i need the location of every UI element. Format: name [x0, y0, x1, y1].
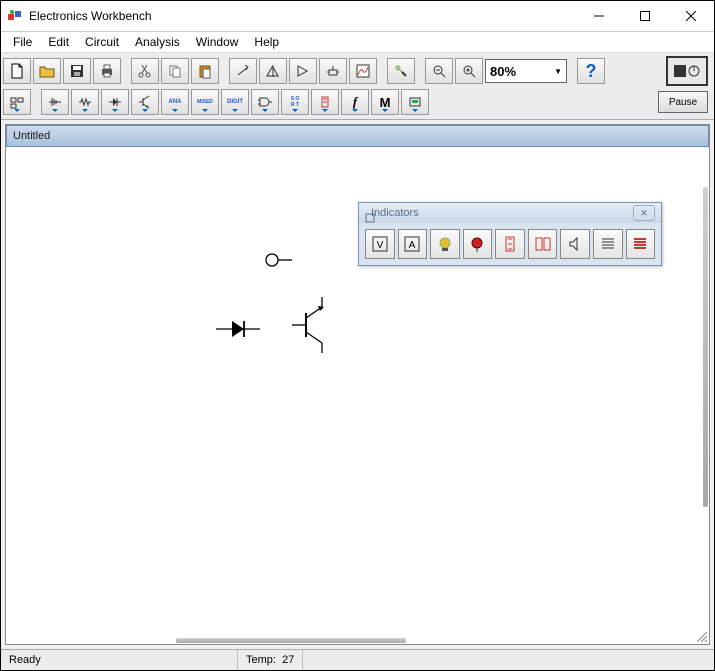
- subcircuit-button[interactable]: [319, 58, 347, 84]
- menu-file[interactable]: File: [5, 33, 40, 51]
- save-button[interactable]: [63, 58, 91, 84]
- zoom-out-button[interactable]: [425, 58, 453, 84]
- instruments-bin[interactable]: [401, 89, 429, 115]
- close-button[interactable]: [668, 1, 714, 31]
- copy-button[interactable]: [161, 58, 189, 84]
- minimize-button[interactable]: [576, 1, 622, 31]
- analog-ics-bin[interactable]: ANA: [161, 89, 189, 115]
- statusbar: Ready Temp: 27: [1, 649, 714, 670]
- seven-seg-button[interactable]: [495, 229, 525, 259]
- digital-ics-bin[interactable]: DIGIT: [221, 89, 249, 115]
- indicators-bin[interactable]: [311, 89, 339, 115]
- graph-button[interactable]: [349, 58, 377, 84]
- rotate-button[interactable]: [229, 58, 257, 84]
- print-button[interactable]: [93, 58, 121, 84]
- menu-edit[interactable]: Edit: [40, 33, 77, 51]
- basic-bin[interactable]: [71, 89, 99, 115]
- probe-red-button[interactable]: [463, 229, 493, 259]
- component-transistor[interactable]: [292, 297, 334, 353]
- svg-text:A: A: [409, 240, 416, 251]
- digital-bin[interactable]: S O R T: [281, 89, 309, 115]
- voltmeter-button[interactable]: V: [365, 229, 395, 259]
- toolbars: 80% ? ANA MIXED DIGIT S O R T f M Pause: [1, 53, 714, 120]
- app-title: Electronics Workbench: [29, 9, 576, 23]
- status-ready: Ready: [1, 650, 238, 670]
- logic-gates-bin[interactable]: [251, 89, 279, 115]
- app-icon: [7, 8, 23, 24]
- maximize-button[interactable]: [622, 1, 668, 31]
- svg-text:V: V: [376, 240, 383, 251]
- diodes-bin[interactable]: [101, 89, 129, 115]
- app-window: Electronics Workbench File Edit Circuit …: [0, 0, 715, 671]
- sources-bin[interactable]: [41, 89, 69, 115]
- indicators-palette-title: Indicators: [371, 207, 419, 219]
- new-button[interactable]: [3, 58, 31, 84]
- menu-help[interactable]: Help: [246, 33, 287, 51]
- cut-button[interactable]: [131, 58, 159, 84]
- pause-button[interactable]: Pause: [658, 91, 708, 113]
- toolbar-parts: ANA MIXED DIGIT S O R T f M Pause: [3, 87, 712, 117]
- workarea: Untitled: [5, 124, 710, 645]
- zoom-in-button[interactable]: [455, 58, 483, 84]
- vertical-scrollbar[interactable]: [703, 187, 708, 507]
- buzzer-button[interactable]: [560, 229, 590, 259]
- document-titlebar[interactable]: Untitled: [6, 125, 709, 147]
- menubar: File Edit Circuit Analysis Window Help: [1, 32, 714, 53]
- flip-v-button[interactable]: [289, 58, 317, 84]
- toolbar-standard: 80% ?: [3, 55, 712, 87]
- ammeter-button[interactable]: A: [398, 229, 428, 259]
- open-button[interactable]: [33, 58, 61, 84]
- controls-bin[interactable]: f: [341, 89, 369, 115]
- bargraph-filled-button[interactable]: [626, 229, 656, 259]
- help-button[interactable]: ?: [577, 58, 605, 84]
- horizontal-scrollbar[interactable]: [176, 638, 406, 643]
- transistors-bin[interactable]: [131, 89, 159, 115]
- status-temp: Temp: 27: [238, 650, 303, 670]
- component-diode[interactable]: [216, 317, 260, 341]
- flip-h-button[interactable]: [259, 58, 287, 84]
- resize-grip-icon[interactable]: [697, 632, 707, 642]
- zoom-select[interactable]: 80%: [485, 59, 567, 83]
- menu-circuit[interactable]: Circuit: [77, 33, 127, 51]
- indicators-palette-body: V A: [359, 223, 661, 265]
- component-connector[interactable]: [264, 252, 296, 268]
- paste-button[interactable]: [191, 58, 219, 84]
- favorites-bin[interactable]: [3, 89, 31, 115]
- mixed-ics-bin[interactable]: MIXED: [191, 89, 219, 115]
- indicators-palette-header[interactable]: Indicators ✕: [359, 203, 661, 223]
- indicators-palette-close[interactable]: ✕: [633, 205, 655, 221]
- power-switch[interactable]: [666, 56, 708, 86]
- bargraph-button[interactable]: [593, 229, 623, 259]
- titlebar: Electronics Workbench: [1, 1, 714, 32]
- probe-yellow-button[interactable]: [430, 229, 460, 259]
- indicators-palette[interactable]: Indicators ✕ V A: [358, 202, 662, 266]
- misc-bin[interactable]: M: [371, 89, 399, 115]
- seven-seg-double-button[interactable]: [528, 229, 558, 259]
- menu-analysis[interactable]: Analysis: [127, 33, 188, 51]
- component-props-button[interactable]: [387, 58, 415, 84]
- schematic-canvas[interactable]: Indicators ✕ V A: [6, 147, 709, 644]
- menu-window[interactable]: Window: [188, 33, 247, 51]
